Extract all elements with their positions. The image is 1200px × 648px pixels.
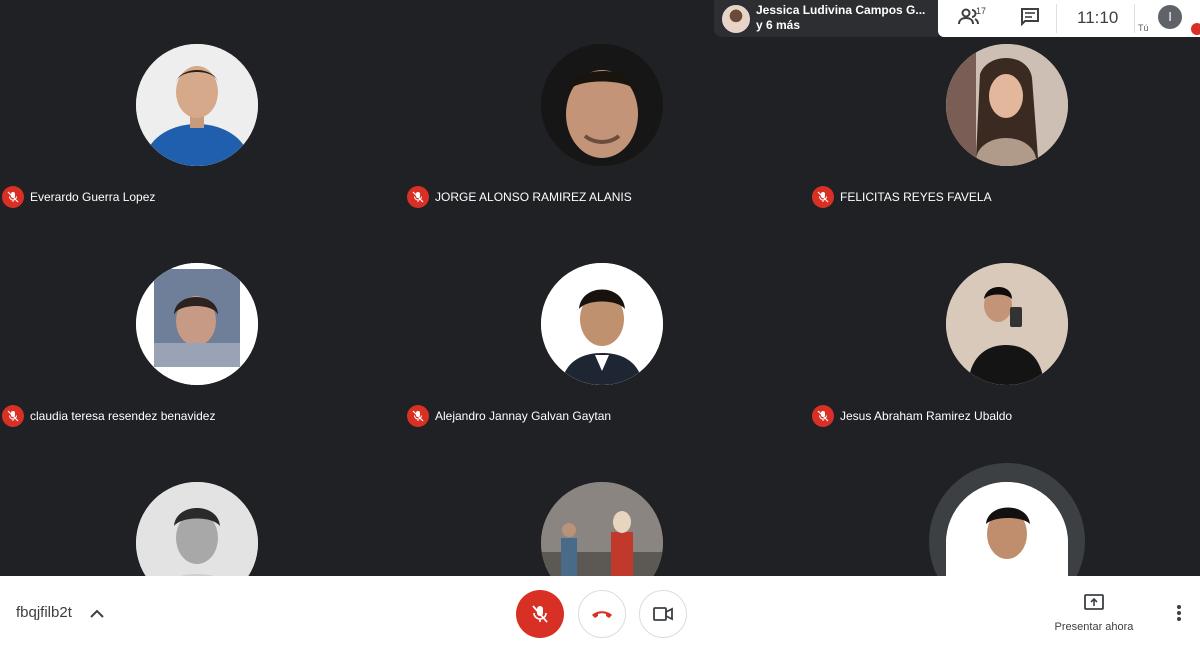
participant-tile xyxy=(0,438,400,576)
participant-name: FELICITAS REYES FAVELA xyxy=(840,190,992,204)
participant-name: JORGE ALONSO RAMIREZ ALANIS xyxy=(435,190,632,204)
mic-off-icon xyxy=(407,405,429,427)
participant-avatar xyxy=(541,482,663,576)
participant-tile xyxy=(405,438,805,576)
camera-toggle-button[interactable] xyxy=(639,590,687,638)
participant-tile: FELICITAS REYES FAVELA xyxy=(810,0,1200,218)
present-now-label: Presentar ahora xyxy=(1054,621,1134,633)
participant-tile: Jesus Abraham Ramirez Ubaldo xyxy=(810,219,1200,437)
participant-avatar xyxy=(136,263,258,385)
video-camera-icon xyxy=(653,607,673,621)
mic-off-icon xyxy=(2,405,24,427)
participant-tile: Everardo Guerra Lopez xyxy=(0,0,400,218)
mic-off-icon xyxy=(2,186,24,208)
participant-name: Everardo Guerra Lopez xyxy=(30,190,156,204)
mic-off-icon xyxy=(532,605,548,623)
present-screen-icon xyxy=(1084,594,1104,610)
participant-name: claudia teresa resendez benavidez xyxy=(30,409,216,423)
participant-label: Alejandro Jannay Galvan Gaytan xyxy=(407,405,611,427)
participant-tile: Alejandro Jannay Galvan Gaytan xyxy=(405,219,805,437)
participant-label: Jesus Abraham Ramirez Ubaldo xyxy=(812,405,1012,427)
participant-avatar xyxy=(541,263,663,385)
participant-name: Jesus Abraham Ramirez Ubaldo xyxy=(840,409,1013,423)
leave-call-button[interactable] xyxy=(578,590,626,638)
bottom-bar: fbqjfilb2t Presentar ahora xyxy=(0,576,1200,648)
meeting-code[interactable]: fbqjfilb2t xyxy=(16,604,72,621)
participant-tile xyxy=(810,438,1200,619)
participant-label: JORGE ALONSO RAMIREZ ALANIS xyxy=(407,186,632,208)
present-now-button[interactable]: Presentar ahora xyxy=(1048,594,1140,633)
mic-off-icon xyxy=(812,186,834,208)
chevron-up-icon[interactable] xyxy=(90,606,104,624)
hang-up-icon xyxy=(592,611,612,618)
mic-off-icon xyxy=(407,186,429,208)
participant-label: Everardo Guerra Lopez xyxy=(2,186,155,208)
participant-tile: claudia teresa resendez benavidez xyxy=(0,219,400,437)
mic-toggle-button[interactable] xyxy=(516,590,564,638)
participant-label: FELICITAS REYES FAVELA xyxy=(812,186,992,208)
participant-avatar xyxy=(946,263,1068,385)
mic-off-icon xyxy=(812,405,834,427)
participant-name: Alejandro Jannay Galvan Gaytan xyxy=(435,409,612,423)
participant-avatar xyxy=(136,482,258,576)
participant-avatar xyxy=(541,44,663,166)
participant-tile: JORGE ALONSO RAMIREZ ALANIS xyxy=(405,0,805,218)
participant-avatar xyxy=(946,44,1068,166)
participant-avatar xyxy=(136,44,258,166)
more-options-icon[interactable] xyxy=(1176,604,1182,627)
participant-label: claudia teresa resendez benavidez xyxy=(2,405,215,427)
